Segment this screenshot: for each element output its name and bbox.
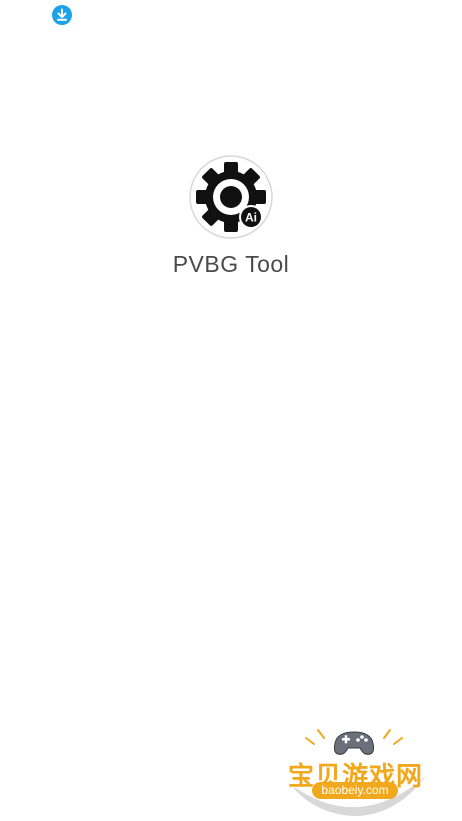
gamepad-icon [333,731,375,755]
app-name: PVBG Tool [172,251,290,277]
download-icon [52,5,72,25]
splash-screen: Ai PVBG Tool 宝贝游戏网 baobeiy.com [0,0,462,821]
app-logo-badge: Ai [245,211,257,225]
app-logo-gear-icon: Ai [189,155,273,239]
watermark-logo: 宝贝游戏网 baobeiy.com [284,726,432,818]
splash-content: Ai PVBG Tool [0,155,462,278]
watermark-url: baobeiy.com [312,782,398,799]
